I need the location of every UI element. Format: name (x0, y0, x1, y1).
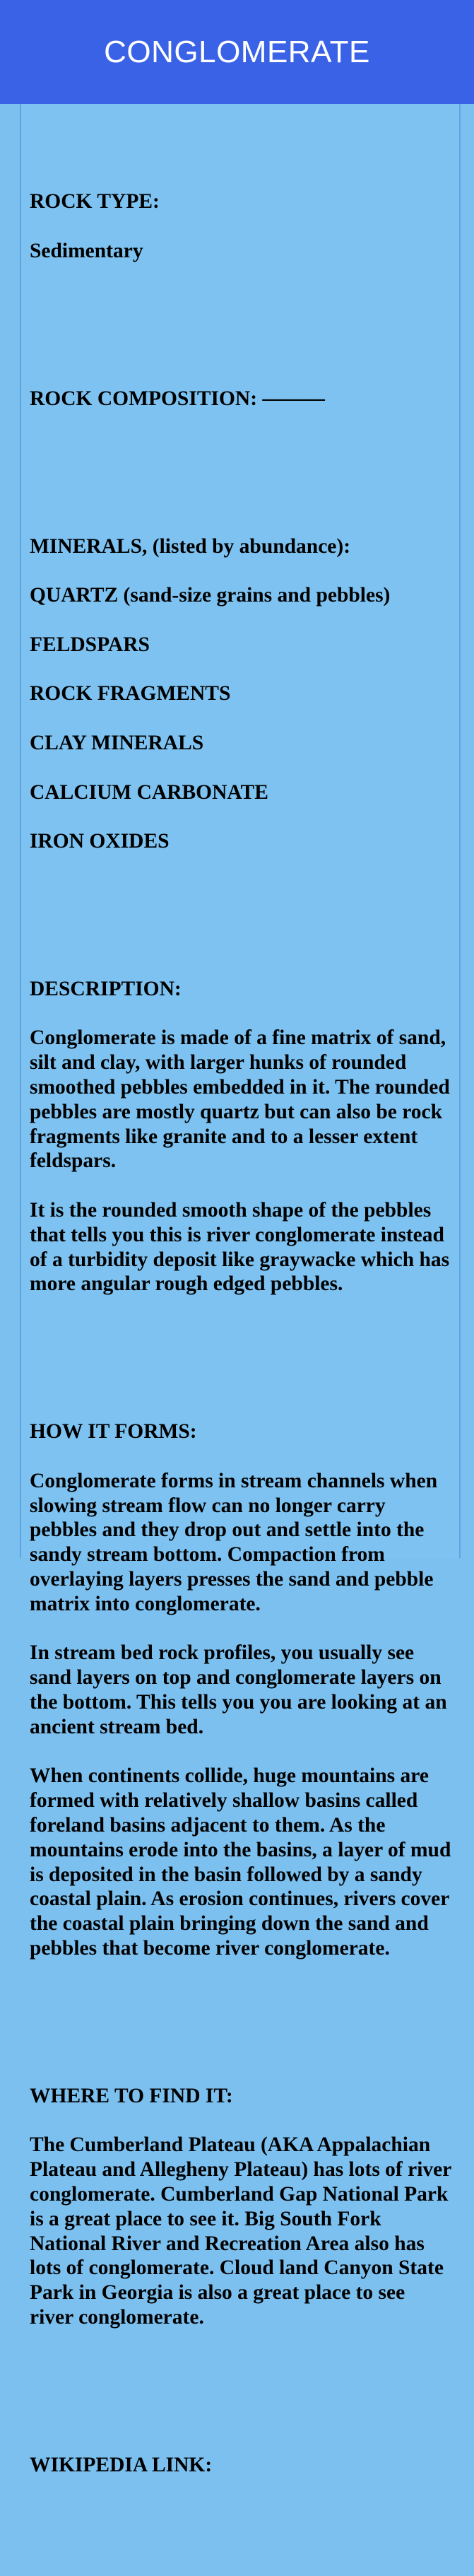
description-section: DESCRIPTION: Conglomerate is made of a f… (30, 952, 454, 1321)
wikipedia-link-label: WIKIPEDIA LINK: (30, 2453, 213, 2476)
how-it-forms-paragraph: When continents collide, huge mountains … (30, 1764, 451, 1960)
minerals-section: MINERALS, (listed by abundance): QUARTZ … (30, 510, 454, 879)
rock-type-value: Sedimentary (30, 239, 143, 262)
where-to-find-label: WHERE TO FIND IT: (30, 2084, 233, 2107)
rock-composition-label: ROCK COMPOSITION: ——— (30, 387, 325, 410)
mineral-item: CLAY MINERALS (30, 731, 204, 754)
mineral-item: CALCIUM CARBONATE (30, 780, 268, 804)
description-paragraph: Conglomerate is made of a fine matrix of… (30, 1026, 450, 1173)
description-paragraph: It is the rounded smooth shape of the pe… (30, 1199, 450, 1296)
rock-composition-section: ROCK COMPOSITION: ——— (30, 362, 454, 435)
rock-info-content: ROCK TYPE: Sedimentary ROCK COMPOSITION:… (30, 116, 454, 2576)
how-it-forms-paragraph: Conglomerate forms in stream channels wh… (30, 1469, 438, 1615)
rock-type-label: ROCK TYPE: (30, 190, 160, 213)
how-it-forms-section: HOW IT FORMS: Conglomerate forms in stre… (30, 1395, 454, 1985)
rock-type-section: ROCK TYPE: Sedimentary (30, 165, 454, 288)
mineral-item: ROCK FRAGMENTS (30, 682, 231, 706)
mineral-item: IRON OXIDES (30, 830, 170, 853)
app-header: CONGLOMERATE (0, 0, 474, 104)
page-title: CONGLOMERATE (104, 34, 370, 69)
how-it-forms-paragraph: In stream bed rock profiles, you usually… (30, 1641, 447, 1738)
where-to-find-section: WHERE TO FIND IT: The Cumberland Plateau… (30, 2059, 454, 2355)
where-to-find-paragraph: The Cumberland Plateau (AKA Appalachian … (30, 2133, 451, 2329)
wikipedia-section: WIKIPEDIA LINK: (30, 2428, 454, 2502)
description-label: DESCRIPTION: (30, 977, 182, 1000)
mineral-item: QUARTZ (sand-size grains and pebbles) (30, 584, 391, 607)
mineral-item: FELDSPARS (30, 633, 150, 656)
how-it-forms-label: HOW IT FORMS: (30, 1420, 197, 1444)
minerals-label: MINERALS, (listed by abundance): (30, 534, 351, 558)
